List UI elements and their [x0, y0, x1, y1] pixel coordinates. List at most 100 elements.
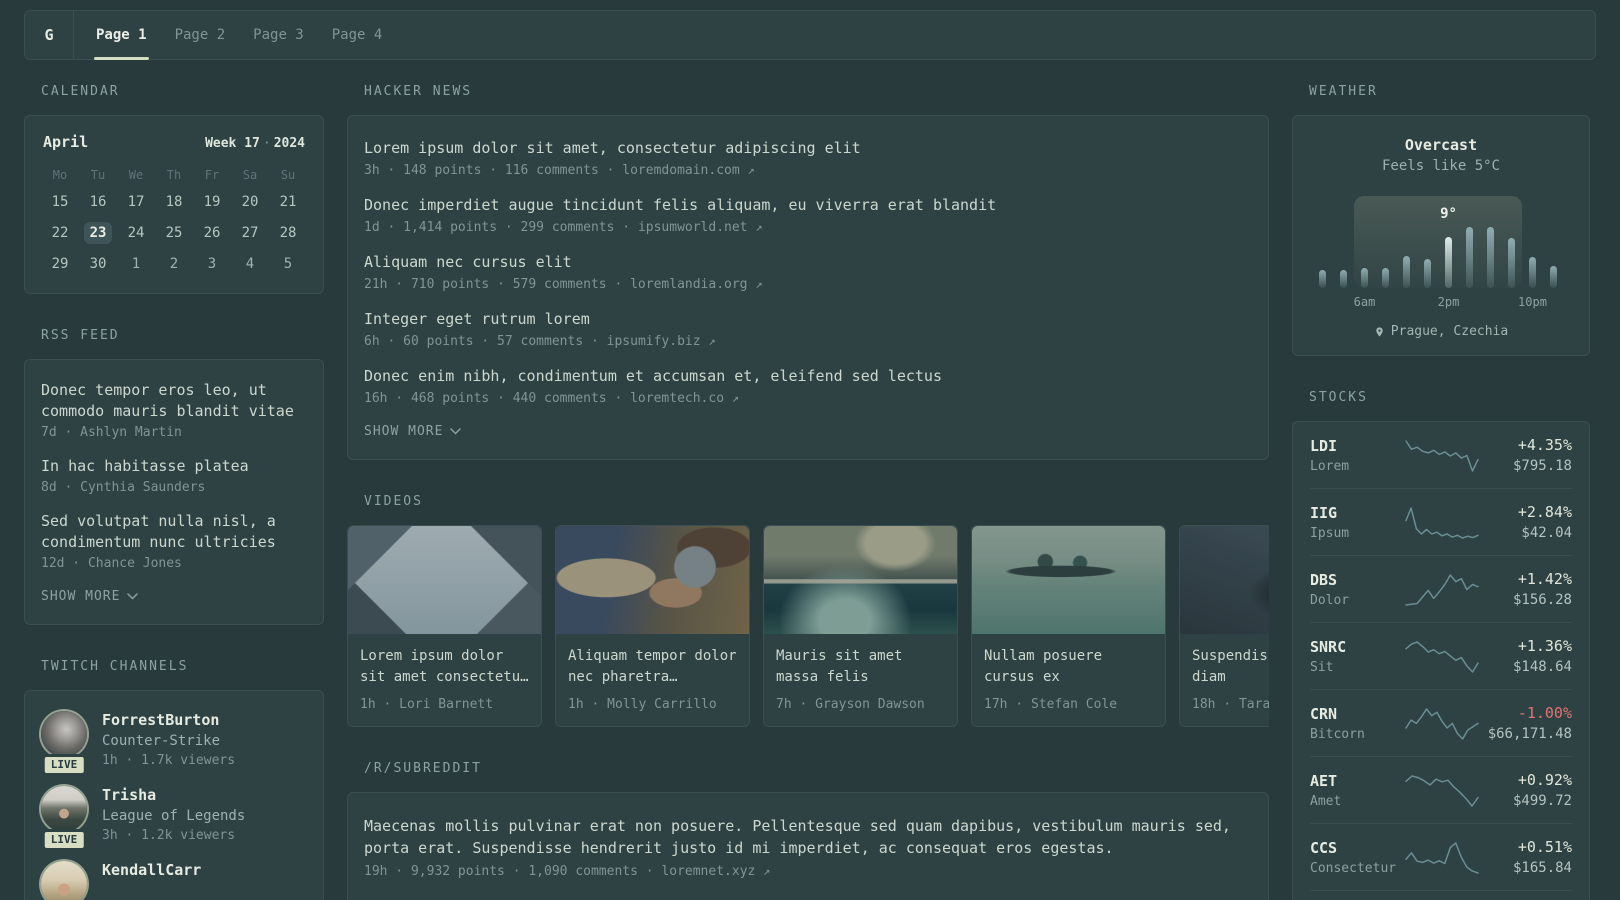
- video-title[interactable]: Suspendisse diam: [1192, 646, 1269, 688]
- calendar-day[interactable]: 25: [155, 222, 193, 244]
- subreddit-card: Maecenas mollis pulvinar erat non posuer…: [347, 792, 1269, 900]
- calendar-day[interactable]: 1: [117, 253, 155, 275]
- rss-item[interactable]: In hac habitasse platea 8d · Cynthia Sau…: [41, 456, 307, 495]
- calendar-day[interactable]: 23: [79, 222, 117, 244]
- rss-item[interactable]: Donec tempor eros leo, ut commodo mauris…: [41, 380, 307, 440]
- right-column: WEATHER Overcast Feels like 5°C 9° 6am 2p…: [1292, 84, 1590, 900]
- stock-values: +0.92% $499.72: [1480, 771, 1572, 809]
- calendar-day[interactable]: 4: [231, 253, 269, 275]
- stock-row[interactable]: CRN Bitcorn -1.00% $66,171.48: [1293, 690, 1589, 756]
- stock-row[interactable]: AET Amet +0.92% $499.72: [1293, 757, 1589, 823]
- video-thumbnail[interactable]: [348, 526, 541, 634]
- stock-change: +0.51%: [1517, 838, 1572, 856]
- video-thumbnail[interactable]: [972, 526, 1165, 634]
- stock-row[interactable]: AHS +0.46%: [1293, 891, 1589, 900]
- hn-story-title[interactable]: Aliquam nec cursus elit: [364, 252, 1252, 273]
- hour-label: 2pm: [1437, 295, 1460, 309]
- twitch-channel[interactable]: LIVE Trisha League of Legends 3h · 1.2k …: [41, 786, 307, 851]
- hn-story-title[interactable]: Lorem ipsum dolor sit amet, consectetur …: [364, 138, 1252, 159]
- calendar-day[interactable]: 2: [155, 253, 193, 275]
- nav-tab[interactable]: Page 1: [82, 11, 161, 60]
- nav-tab[interactable]: Page 2: [161, 11, 240, 59]
- stock-row[interactable]: CCS Consectetur +0.51% $165.84: [1293, 824, 1589, 890]
- calendar-day[interactable]: 22: [41, 222, 79, 244]
- video-card[interactable]: Mauris sit amet massa felis 7h · Grayson…: [763, 525, 958, 727]
- calendar-day[interactable]: 18: [155, 191, 193, 213]
- video-info: Suspendisse diam 18h · Tara: [1180, 634, 1269, 726]
- calendar-day[interactable]: 24: [117, 222, 155, 244]
- calendar-day[interactable]: 26: [193, 222, 231, 244]
- calendar-day[interactable]: 30: [79, 253, 117, 275]
- calendar-day[interactable]: 15: [41, 191, 79, 213]
- rss-item-title[interactable]: Donec tempor eros leo, ut commodo mauris…: [41, 380, 307, 422]
- calendar-day[interactable]: 28: [269, 222, 307, 244]
- stock-change: +1.42%: [1517, 570, 1572, 588]
- reddit-post-source[interactable]: loremnet.xyz ↗: [661, 864, 770, 879]
- rss-item-title[interactable]: In hac habitasse platea: [41, 456, 307, 477]
- rss-item-meta: 12d · Chance Jones: [41, 556, 182, 571]
- daytime-highlight: [1354, 196, 1522, 288]
- stock-id: IIG Ipsum: [1310, 504, 1404, 541]
- external-link-icon: ↗: [763, 864, 771, 878]
- hn-story-source[interactable]: loremdomain.com ↗: [622, 163, 754, 178]
- calendar-day[interactable]: 5: [269, 253, 307, 275]
- hn-story-source[interactable]: ipsumworld.net ↗: [638, 220, 763, 235]
- reddit-post-title[interactable]: Maecenas mollis pulvinar erat non posuer…: [364, 815, 1252, 859]
- calendar-day[interactable]: 17: [117, 191, 155, 213]
- stock-symbol: CRN: [1310, 704, 1338, 723]
- video-thumbnail[interactable]: [1180, 526, 1269, 634]
- calendar-day[interactable]: 29: [41, 253, 79, 275]
- video-title[interactable]: Aliquam tempor dolor nec pharetra…: [568, 646, 737, 688]
- stock-row[interactable]: SNRC Sit +1.36% $148.64: [1293, 623, 1589, 689]
- weather-card: Overcast Feels like 5°C 9° 6am 2pm 10pm Pr…: [1292, 115, 1590, 356]
- hn-story-source[interactable]: loremlandia.org ↗: [630, 277, 762, 292]
- hn-story-title[interactable]: Donec enim nibh, condimentum et accumsan…: [364, 366, 1252, 387]
- rss-show-more-button[interactable]: SHOW MORE: [41, 589, 139, 604]
- twitch-channel[interactable]: KendallCarr: [41, 861, 307, 900]
- hacker-news-widget: HACKER NEWS Lorem ipsum dolor sit amet, …: [347, 84, 1269, 460]
- video-thumbnail[interactable]: [764, 526, 957, 634]
- video-title[interactable]: Mauris sit amet massa felis: [776, 646, 945, 688]
- nav-tab[interactable]: Page 4: [318, 11, 397, 59]
- stock-price: $148.64: [1512, 659, 1572, 675]
- hn-story-source[interactable]: loremtech.co ↗: [630, 391, 739, 406]
- calendar-day[interactable]: 3: [193, 253, 231, 275]
- weather-hour-bar: [1508, 238, 1515, 288]
- hn-story-title[interactable]: Integer eget rutrum lorem: [364, 309, 1252, 330]
- hn-story-source[interactable]: ipsumify.biz ↗: [607, 334, 716, 349]
- video-card[interactable]: Aliquam tempor dolor nec pharetra… 1h · …: [555, 525, 750, 727]
- weekday-label: Mo: [52, 168, 68, 182]
- calendar-day[interactable]: 16: [79, 191, 117, 213]
- weather-hour-bar: [1340, 270, 1347, 288]
- hn-story-title[interactable]: Donec imperdiet augue tincidunt felis al…: [364, 195, 1252, 216]
- channel-name[interactable]: Trisha: [102, 786, 245, 804]
- video-card[interactable]: Lorem ipsum dolor sit amet consectetu… 1…: [347, 525, 542, 727]
- external-link-icon: ↗: [755, 277, 763, 291]
- calendar-day[interactable]: 27: [231, 222, 269, 244]
- channel-name[interactable]: ForrestBurton: [102, 711, 235, 729]
- weather-hour-bar: [1403, 256, 1410, 288]
- app-logo[interactable]: G: [25, 11, 74, 59]
- video-thumbnail[interactable]: [556, 526, 749, 634]
- calendar-day[interactable]: 21: [269, 191, 307, 213]
- twitch-channel[interactable]: LIVE ForrestBurton Counter-Strike 1h · 1…: [41, 711, 307, 776]
- avatar: LIVE: [41, 711, 87, 776]
- stock-row[interactable]: LDI Lorem +4.35% $795.18: [1293, 422, 1589, 488]
- nav-tab[interactable]: Page 3: [239, 11, 318, 59]
- weekday-label: Fr: [204, 168, 220, 182]
- weekday-label: Th: [166, 168, 182, 182]
- calendar-day[interactable]: 20: [231, 191, 269, 213]
- stock-row[interactable]: DBS Dolor +1.42% $156.28: [1293, 556, 1589, 622]
- stock-row[interactable]: IIG Ipsum +2.84% $42.04: [1293, 489, 1589, 555]
- video-card[interactable]: Nullam posuere cursus ex 17h · Stefan Co…: [971, 525, 1166, 727]
- calendar-day[interactable]: 19: [193, 191, 231, 213]
- video-card[interactable]: Suspendisse diam 18h · Tara: [1179, 525, 1269, 727]
- rss-item-title[interactable]: Sed volutpat nulla nisl, a condimentum n…: [41, 511, 307, 553]
- video-title[interactable]: Lorem ipsum dolor sit amet consectetu…: [360, 646, 529, 688]
- hn-show-more-button[interactable]: SHOW MORE: [364, 424, 462, 439]
- external-link-icon: ↗: [731, 391, 740, 405]
- rss-item[interactable]: Sed volutpat nulla nisl, a condimentum n…: [41, 511, 307, 571]
- channel-name[interactable]: KendallCarr: [102, 861, 201, 879]
- video-title[interactable]: Nullam posuere cursus ex: [984, 646, 1153, 688]
- stock-id: LDI Lorem: [1310, 437, 1404, 474]
